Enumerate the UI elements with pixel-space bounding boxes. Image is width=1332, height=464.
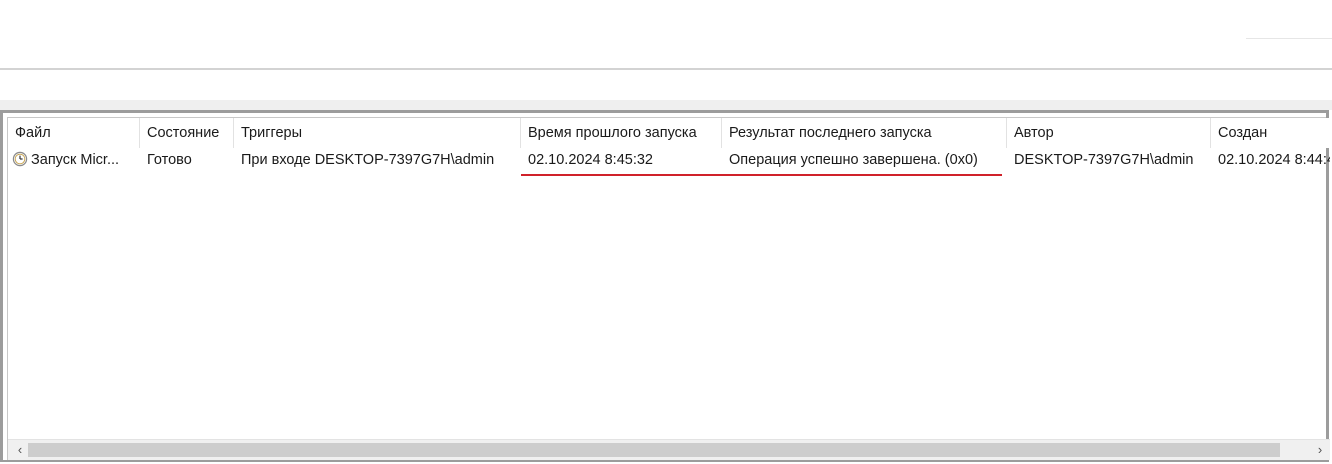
column-header-triggers[interactable]: Триггеры xyxy=(234,118,521,148)
task-last-run-time: 02.10.2024 8:45:32 xyxy=(528,152,653,168)
toolbar-area xyxy=(0,0,1332,68)
task-list-view: Файл Состояние Триггеры Время прошлого з… xyxy=(7,117,1330,460)
task-last-run-result: Операция успешно завершена. (0x0) xyxy=(729,152,978,168)
horizontal-scrollbar[interactable]: ‹ › xyxy=(8,439,1330,460)
column-header-file[interactable]: Файл xyxy=(8,118,140,148)
spacer-band xyxy=(0,70,1332,100)
scroll-left-arrow-icon[interactable]: ‹ xyxy=(10,440,30,460)
task-author: DESKTOP-7397G7H\admin xyxy=(1014,152,1194,168)
splitter-bar[interactable] xyxy=(0,100,1332,110)
highlight-underline xyxy=(521,174,1002,176)
column-header-created[interactable]: Создан xyxy=(1211,118,1330,148)
task-name-cell[interactable]: Запуск Micr... xyxy=(8,148,140,172)
clock-icon xyxy=(12,151,28,167)
scrollbar-thumb[interactable] xyxy=(28,443,1280,457)
scroll-right-arrow-icon[interactable]: › xyxy=(1310,440,1330,460)
task-status: Готово xyxy=(147,152,192,168)
column-header-last-run-time[interactable]: Время прошлого запуска xyxy=(521,118,722,148)
column-header-author[interactable]: Автор xyxy=(1007,118,1211,148)
task-list-panel: Файл Состояние Триггеры Время прошлого з… xyxy=(0,110,1330,462)
task-row[interactable]: Запуск Micr... Готово При входе DESKTOP-… xyxy=(8,148,1330,172)
task-triggers: При входе DESKTOP-7397G7H\admin xyxy=(241,152,495,168)
task-name: Запуск Micr... xyxy=(31,152,120,168)
column-header-status[interactable]: Состояние xyxy=(140,118,234,148)
task-created: 02.10.2024 8:44:4 xyxy=(1218,152,1330,168)
column-header-row: Файл Состояние Триггеры Время прошлого з… xyxy=(8,118,1330,148)
column-header-last-run-result[interactable]: Результат последнего запуска xyxy=(722,118,1007,148)
top-right-tab-edge xyxy=(1246,38,1332,39)
